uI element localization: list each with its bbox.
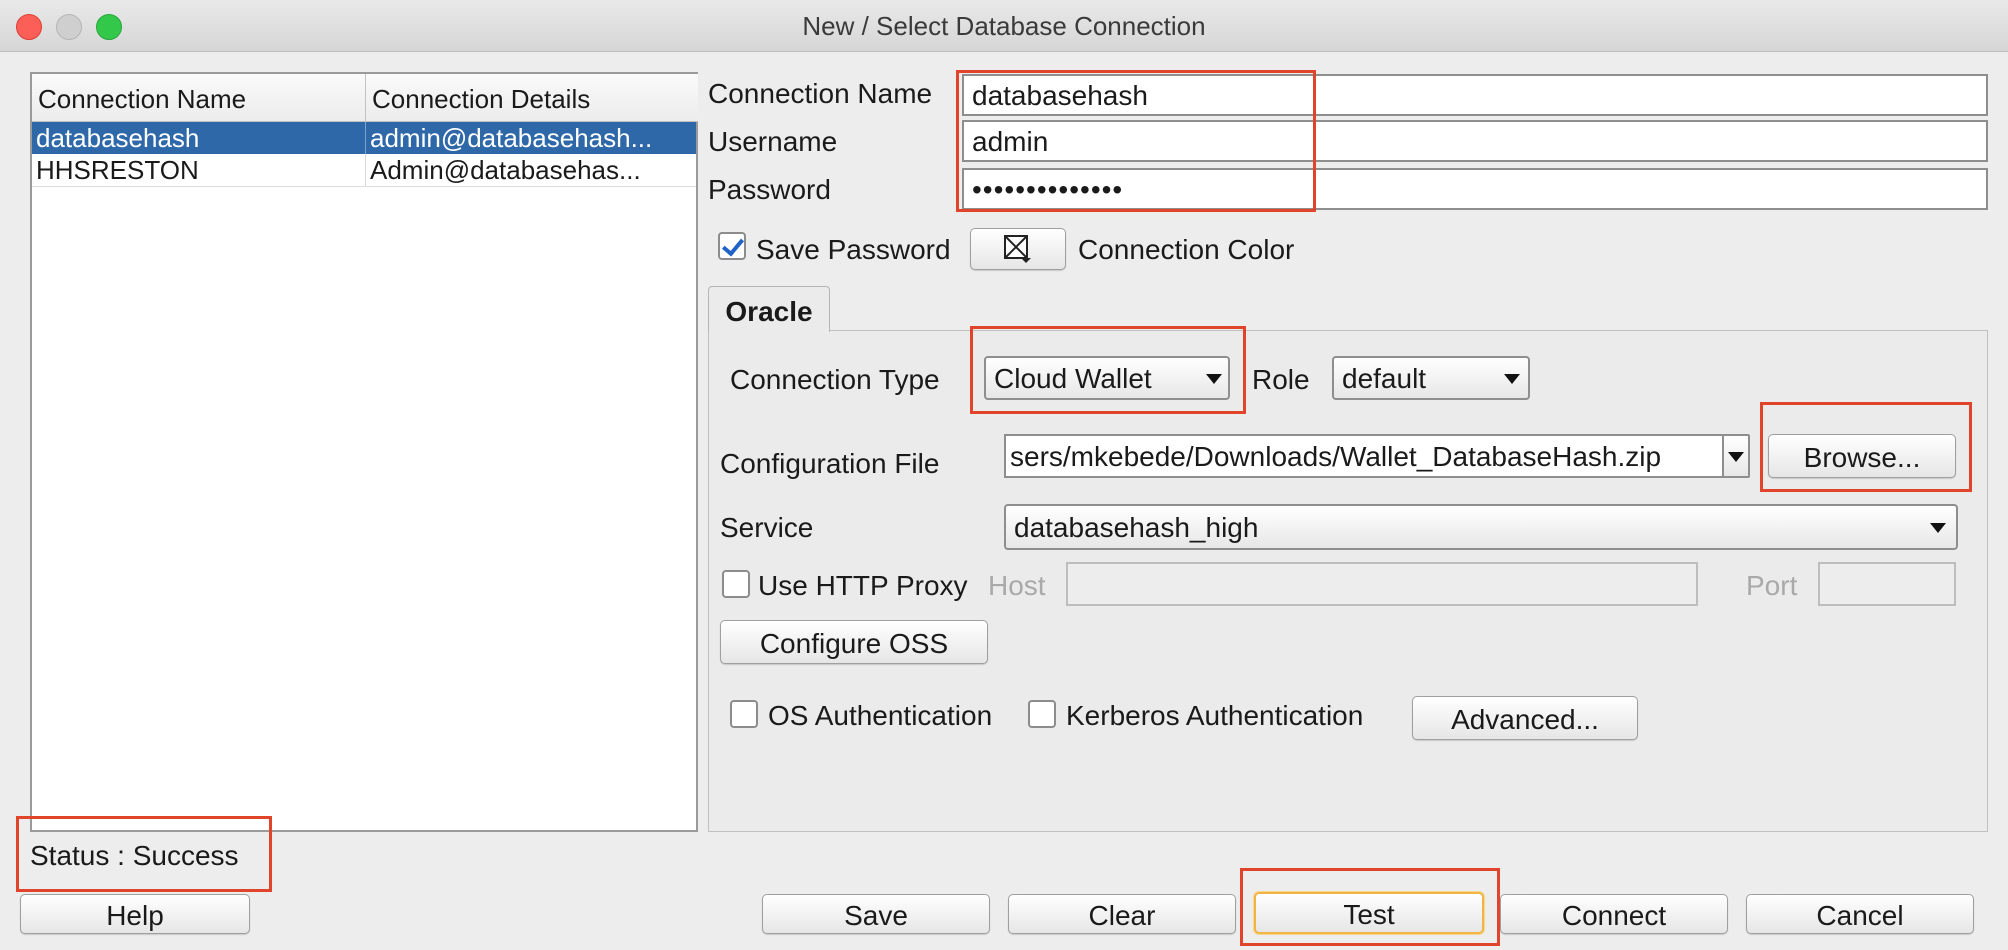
chevron-down-icon [1206, 374, 1222, 384]
test-button[interactable]: Test [1254, 892, 1484, 934]
kerberos-authentication-checkbox[interactable] [1028, 700, 1056, 728]
connection-details-cell: Admin@databasehas... [370, 155, 641, 185]
save-button[interactable]: Save [762, 894, 990, 934]
save-password-label: Save Password [756, 234, 951, 265]
configuration-file-history-dropdown[interactable] [1722, 434, 1750, 478]
chevron-down-icon [1504, 374, 1520, 384]
connection-details-cell: admin@databasehash... [370, 123, 653, 153]
browse-button[interactable]: Browse... [1768, 434, 1956, 478]
connection-name-cell: databasehash [32, 122, 366, 154]
advanced-button[interactable]: Advanced... [1412, 696, 1638, 740]
color-picker-icon [1004, 235, 1031, 263]
configuration-file-field[interactable]: sers/mkebede/Downloads/Wallet_DatabaseHa… [1004, 434, 1724, 478]
service-label: Service [720, 512, 814, 543]
column-header-connection-details[interactable]: Connection Details [366, 74, 698, 122]
connection-type-label: Connection Type [730, 364, 940, 395]
status-text: Status : Success [30, 840, 239, 871]
tab-oracle[interactable]: Oracle [708, 286, 830, 332]
connect-button[interactable]: Connect [1500, 894, 1728, 934]
cancel-button[interactable]: Cancel [1746, 894, 1974, 934]
column-header-connection-name[interactable]: Connection Name [32, 74, 366, 122]
connection-type-value: Cloud Wallet [994, 363, 1152, 394]
connection-name-cell: HHSRESTON [32, 154, 366, 186]
service-value: databasehash_high [1014, 512, 1259, 543]
service-dropdown[interactable]: databasehash_high [1004, 504, 1958, 550]
connection-name-label: Connection Name [708, 78, 933, 109]
connection-color-label: Connection Color [1078, 234, 1295, 265]
password-label: Password [708, 174, 831, 205]
host-field[interactable] [1066, 562, 1698, 606]
save-password-checkbox[interactable] [718, 232, 746, 260]
role-dropdown[interactable]: default [1332, 356, 1530, 400]
configure-oss-button[interactable]: Configure OSS [720, 620, 988, 664]
username-field[interactable]: admin [962, 120, 1988, 162]
connection-color-button[interactable] [970, 228, 1066, 270]
username-label: Username [708, 126, 838, 157]
host-label: Host [988, 570, 1046, 601]
use-http-proxy-label: Use HTTP Proxy [758, 570, 968, 601]
title-bar: New / Select Database Connection [0, 0, 2008, 52]
table-row[interactable]: databasehash admin@databasehash... [32, 122, 696, 154]
connection-name-field[interactable]: databasehash [962, 74, 1988, 116]
table-row[interactable]: HHSRESTON Admin@databasehas... [32, 154, 696, 187]
chevron-down-icon [1930, 523, 1946, 533]
help-button[interactable]: Help [20, 894, 250, 934]
password-field[interactable]: •••••••••••••• [962, 168, 1988, 210]
role-value: default [1342, 363, 1427, 394]
connection-type-dropdown[interactable]: Cloud Wallet [984, 356, 1230, 400]
role-label: Role [1252, 364, 1310, 395]
connection-list-table[interactable]: Connection Name Connection Details datab… [30, 72, 698, 832]
clear-button[interactable]: Clear [1008, 894, 1236, 934]
port-field[interactable] [1818, 562, 1956, 606]
os-authentication-label: OS Authentication [768, 700, 993, 731]
window-title: New / Select Database Connection [802, 11, 1206, 41]
port-label: Port [1746, 570, 1798, 601]
configuration-file-label: Configuration File [720, 448, 940, 479]
chevron-down-icon [1728, 452, 1744, 462]
os-authentication-checkbox[interactable] [730, 700, 758, 728]
use-http-proxy-checkbox[interactable] [722, 570, 750, 598]
kerberos-authentication-label: Kerberos Authentication [1066, 700, 1364, 731]
